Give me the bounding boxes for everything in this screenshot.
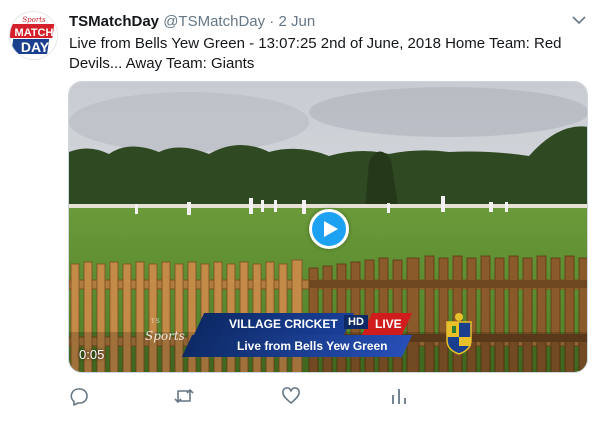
- video-duration: 0:05: [79, 347, 105, 362]
- video-player[interactable]: TS Sports VILLAGE CRICKET HD LIVE Live f…: [68, 81, 588, 373]
- play-icon: [324, 221, 338, 237]
- like-icon[interactable]: [281, 386, 301, 406]
- display-name[interactable]: TSMatchDay: [69, 13, 159, 30]
- retweet-icon[interactable]: [173, 386, 195, 406]
- banner-subtitle: Live from Bells Yew Green: [237, 339, 388, 353]
- live-badge: LIVE: [375, 317, 402, 331]
- avatar-text-mid: MATCH: [15, 27, 54, 39]
- tweet-text: Live from Bells Yew Green - 13:07:25 2nd…: [69, 35, 562, 72]
- club-crest-icon: [444, 312, 474, 361]
- analytics-icon[interactable]: [389, 386, 409, 406]
- reply-icon[interactable]: [69, 386, 89, 406]
- avatar[interactable]: Sports MATCH DAY: [9, 11, 58, 60]
- separator-dot: ·: [269, 13, 275, 30]
- avatar-text-bottom: DAY: [21, 39, 50, 55]
- banner-title: VILLAGE CRICKET: [229, 317, 338, 331]
- chevron-down-icon[interactable]: [571, 12, 587, 28]
- tweet-timestamp[interactable]: 2 Jun: [278, 13, 315, 30]
- hd-badge: HD: [344, 315, 368, 329]
- sports-match-day-logo: Sports MATCH DAY: [10, 13, 57, 59]
- avatar-text-top: Sports: [22, 16, 46, 24]
- play-button[interactable]: [309, 209, 349, 249]
- user-handle[interactable]: @TSMatchDay: [163, 13, 265, 30]
- watermark-small: TS: [151, 319, 161, 325]
- sports-watermark: Sports: [145, 329, 185, 343]
- tweet-header: TSMatchDay @TSMatchDay · 2 Jun: [69, 12, 315, 31]
